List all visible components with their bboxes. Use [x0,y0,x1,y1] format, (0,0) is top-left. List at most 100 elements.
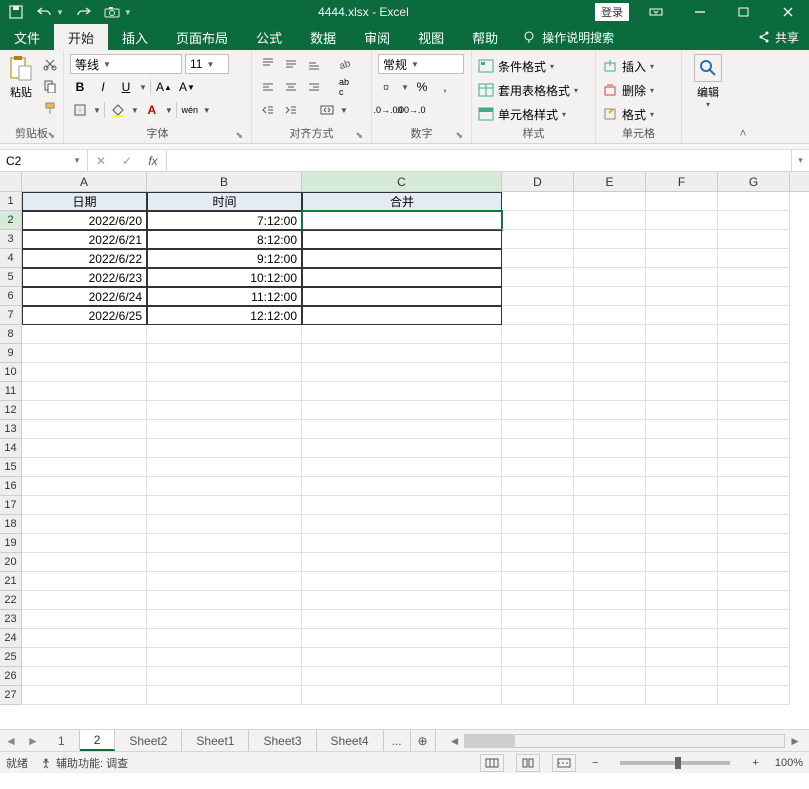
paste-button[interactable]: 粘贴 [6,54,36,100]
cell[interactable] [502,553,574,572]
cell[interactable] [574,477,646,496]
cell[interactable] [646,192,718,211]
cell[interactable] [22,629,147,648]
cell[interactable] [502,230,574,249]
row-header[interactable]: 13 [0,420,22,439]
cell[interactable] [302,667,502,686]
horizontal-scrollbar[interactable]: ◄ ► [441,730,809,751]
cell[interactable] [574,439,646,458]
accessibility-status[interactable]: 辅助功能: 调查 [40,755,128,771]
cell[interactable] [147,553,302,572]
cell[interactable] [302,496,502,515]
align-top-icon[interactable] [258,54,278,74]
page-layout-view-icon[interactable] [516,754,540,772]
cell[interactable] [22,325,147,344]
cell-styles-button[interactable]: 单元格样式▾ [478,104,578,124]
cell[interactable] [147,363,302,382]
cell[interactable]: 时间 [147,192,302,211]
share-button[interactable]: 共享 [747,24,809,50]
cell[interactable] [147,382,302,401]
cell[interactable] [718,686,790,705]
cell[interactable] [302,382,502,401]
format-painter-icon[interactable] [40,98,60,118]
cell[interactable] [302,553,502,572]
cell[interactable] [646,382,718,401]
row-header[interactable]: 7 [0,306,22,325]
cell[interactable] [502,306,574,325]
cell[interactable] [502,439,574,458]
phonetic-icon[interactable]: wén [180,100,200,120]
cell[interactable] [574,553,646,572]
cell[interactable] [574,686,646,705]
cell[interactable] [302,344,502,363]
scroll-left-icon[interactable]: ◄ [445,734,465,748]
cell[interactable] [574,192,646,211]
percent-icon[interactable]: % [412,77,432,97]
cell[interactable] [502,382,574,401]
cell[interactable] [574,629,646,648]
sheet-nav-next-icon[interactable]: ► [22,730,44,751]
row-header[interactable]: 1 [0,192,22,211]
cell[interactable]: 2022/6/23 [22,268,147,287]
cell[interactable] [718,287,790,306]
chevron-down-icon[interactable]: ▼ [93,106,101,115]
cell[interactable] [718,382,790,401]
col-header-F[interactable]: F [646,172,718,191]
page-break-view-icon[interactable] [552,754,576,772]
cell[interactable]: 合并 [302,192,502,211]
tell-me[interactable]: 操作说明搜索 [512,24,624,50]
fill-color-icon[interactable] [108,100,128,120]
sheet-tab[interactable]: Sheet4 [317,730,384,751]
cell[interactable] [574,382,646,401]
cell[interactable] [147,477,302,496]
cut-icon[interactable] [40,54,60,74]
sheet-tab[interactable]: Sheet1 [182,730,249,751]
cell[interactable]: 2022/6/20 [22,211,147,230]
cell[interactable] [646,648,718,667]
dialog-launcher-icon[interactable]: ⬊ [455,130,463,141]
tab-layout[interactable]: 页面布局 [162,24,242,50]
camera-icon[interactable] [104,4,120,20]
cell[interactable] [302,325,502,344]
cell[interactable] [502,192,574,211]
cell[interactable] [646,287,718,306]
chevron-down-icon[interactable]: ▼ [340,106,348,115]
bold-button[interactable]: B [70,77,90,97]
cell[interactable] [22,515,147,534]
cell[interactable] [502,268,574,287]
cell[interactable] [22,401,147,420]
cell[interactable] [302,439,502,458]
cell[interactable] [646,591,718,610]
cell[interactable] [718,420,790,439]
cell[interactable] [574,534,646,553]
italic-button[interactable]: I [93,77,113,97]
scroll-thumb[interactable] [465,735,515,747]
cell[interactable] [302,230,502,249]
row-header[interactable]: 21 [0,572,22,591]
cell[interactable] [718,268,790,287]
save-icon[interactable] [8,4,24,20]
tab-review[interactable]: 审阅 [350,24,404,50]
row-header[interactable]: 17 [0,496,22,515]
row-header[interactable]: 15 [0,458,22,477]
expand-formula-bar-icon[interactable]: ▾ [791,150,809,171]
cell[interactable] [22,686,147,705]
cell[interactable] [646,629,718,648]
cell[interactable] [22,534,147,553]
tab-help[interactable]: 帮助 [458,24,512,50]
cell[interactable] [646,686,718,705]
cell[interactable] [718,610,790,629]
sheet-tab[interactable]: Sheet3 [249,730,316,751]
cell[interactable] [147,401,302,420]
cell[interactable]: 9:12:00 [147,249,302,268]
cell[interactable] [502,458,574,477]
cell[interactable] [646,363,718,382]
scroll-right-icon[interactable]: ► [785,734,805,748]
sheet-tab[interactable]: 1 [44,730,80,751]
cell[interactable] [302,420,502,439]
cell[interactable] [574,287,646,306]
cell[interactable] [646,325,718,344]
cell[interactable] [718,230,790,249]
cell[interactable] [302,211,502,230]
cell[interactable] [718,496,790,515]
